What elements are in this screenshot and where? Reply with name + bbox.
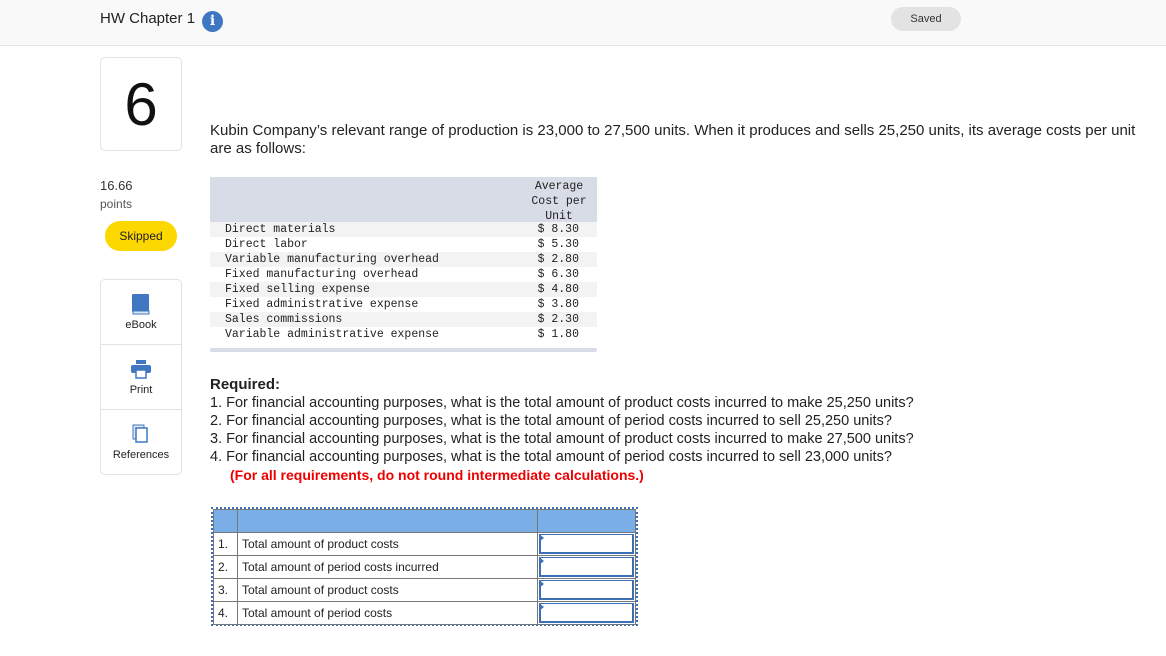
references-label: References — [112, 449, 170, 461]
cost-value: $ 2.30 — [537, 313, 579, 326]
input-marker-icon — [539, 580, 544, 588]
answer-input[interactable] — [537, 532, 636, 556]
row-label: Total amount of period costs — [237, 601, 538, 625]
row-label: Total amount of product costs — [237, 532, 538, 556]
row-number: 3. — [213, 578, 238, 602]
row-number: 4. — [213, 601, 238, 625]
input-marker-icon — [539, 557, 544, 565]
points-label: points — [100, 197, 133, 211]
row-label: Total amount of product costs — [237, 578, 538, 602]
answer-row: 4. Total amount of period costs — [213, 601, 636, 625]
required-item: 3. For financial accounting purposes, wh… — [210, 431, 914, 447]
points-value: 16.66 — [100, 178, 133, 193]
assignment-title: HW Chapter 1 — [100, 10, 196, 27]
top-bar: HW Chapter 1 i Saved — [0, 0, 1166, 46]
row-number: 1. — [213, 532, 238, 556]
cost-table: Average Cost per Unit Direct materials $ … — [210, 177, 597, 352]
cost-row: Fixed administrative expense $ 3.80 — [210, 297, 597, 312]
answer-input[interactable] — [537, 601, 636, 625]
saved-status-badge: Saved — [891, 7, 961, 31]
cost-value: $ 2.80 — [537, 253, 579, 266]
cost-value: $ 1.80 — [537, 328, 579, 341]
required-item: 1. For financial accounting purposes, wh… — [210, 395, 914, 411]
print-button[interactable]: Print — [101, 345, 181, 410]
cost-label: Sales commissions — [225, 313, 343, 326]
required-item: 4. For financial accounting purposes, wh… — [210, 449, 892, 465]
cost-row: Variable manufacturing overhead $ 2.80 — [210, 252, 597, 267]
answer-table: 1. Total amount of product costs 2. Total a… — [211, 507, 638, 626]
answer-input[interactable] — [537, 555, 636, 579]
cost-label: Variable administrative expense — [225, 328, 439, 341]
cost-label: Variable manufacturing overhead — [225, 253, 439, 266]
cost-table-header: Average Cost per Unit — [210, 177, 597, 223]
column-header: Average Cost per Unit — [531, 180, 587, 223]
cost-value: $ 3.80 — [537, 298, 579, 311]
copy-icon — [101, 422, 181, 446]
table-scrollbar[interactable] — [210, 348, 597, 352]
cost-row: Fixed selling expense $ 4.80 — [210, 282, 597, 297]
answer-row: 1. Total amount of product costs — [213, 532, 636, 556]
required-title: Required: — [210, 376, 281, 393]
cost-label: Direct materials — [225, 223, 336, 236]
cost-label: Fixed manufacturing overhead — [225, 268, 419, 281]
answer-row: 2. Total amount of period costs incurred — [213, 555, 636, 579]
answer-input[interactable] — [537, 578, 636, 602]
cost-row: Sales commissions $ 2.30 — [210, 312, 597, 327]
cost-label: Fixed selling expense — [225, 283, 370, 296]
printer-icon — [101, 357, 181, 381]
cost-row: Fixed manufacturing overhead $ 6.30 — [210, 267, 597, 282]
book-icon — [101, 292, 181, 316]
input-marker-icon — [539, 603, 544, 611]
ebook-button[interactable]: eBook — [101, 280, 181, 345]
row-label: Total amount of period costs incurred — [237, 555, 538, 579]
cost-row: Direct labor $ 5.30 — [210, 237, 597, 252]
required-section: Required: 1. For financial accounting pu… — [210, 376, 914, 484]
cost-label: Direct labor — [225, 238, 308, 251]
print-label: Print — [129, 384, 153, 396]
skipped-badge: Skipped — [105, 221, 177, 251]
question-number: 6 — [100, 57, 182, 151]
ebook-label: eBook — [125, 319, 157, 331]
row-number: 2. — [213, 555, 238, 579]
cost-value: $ 8.30 — [537, 223, 579, 236]
tools-panel: eBook Print References — [100, 279, 182, 475]
references-button[interactable]: References — [101, 410, 181, 475]
required-item: 2. For financial accounting purposes, wh… — [210, 413, 892, 429]
cost-label: Fixed administrative expense — [225, 298, 419, 311]
cost-value: $ 5.30 — [537, 238, 579, 251]
answer-row: 3. Total amount of product costs — [213, 578, 636, 602]
cost-row: Variable administrative expense $ 1.80 — [210, 327, 597, 342]
question-intro: Kubin Company’s relevant range of produc… — [210, 122, 1136, 157]
cost-value: $ 4.80 — [537, 283, 579, 296]
input-marker-icon — [539, 534, 544, 542]
cost-value: $ 6.30 — [537, 268, 579, 281]
rounding-note: (For all requirements, do not round inte… — [230, 467, 644, 483]
cost-row: Direct materials $ 8.30 — [210, 222, 597, 237]
info-icon[interactable]: i — [202, 11, 223, 32]
